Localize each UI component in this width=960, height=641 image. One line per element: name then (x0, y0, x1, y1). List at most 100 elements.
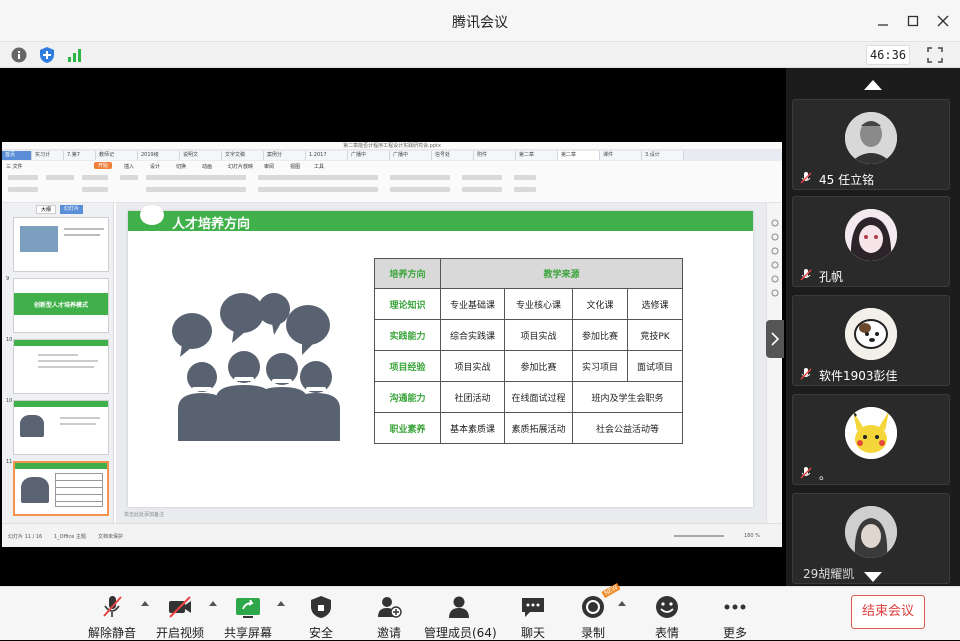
doc-tab[interactable]: 3.设计 (642, 151, 684, 160)
notes-placeholder[interactable]: 单击此处添加备注 (124, 511, 164, 518)
unmute-button[interactable]: 解除静音 (84, 593, 140, 640)
end-meeting-button[interactable]: 结束会议 (851, 595, 925, 629)
current-slide: 人才培养方向 培养方向 教学来源 理论知识 专业基础课 专业核心课 文化课 选修… (128, 205, 753, 507)
security-button[interactable]: 安全 (296, 593, 346, 640)
caret-up-icon[interactable] (618, 601, 626, 606)
doc-tab[interactable]: 说明文 (180, 151, 222, 160)
chat-label: 聊天 (520, 626, 545, 640)
doc-tab[interactable]: 教师记 (96, 151, 138, 160)
mic-muted-icon (799, 170, 813, 184)
signal-icon[interactable] (66, 46, 84, 64)
ribbon-toolbar (2, 171, 782, 203)
mic-muted-icon (799, 465, 813, 479)
slides-tab[interactable]: 幻灯片 (60, 205, 84, 214)
table-cell: 参加比赛 (572, 319, 628, 351)
slide-thumbnail[interactable] (13, 400, 109, 455)
record-label: 录制 (580, 626, 605, 640)
caret-up-icon[interactable] (209, 601, 217, 606)
minimize-icon[interactable] (874, 12, 892, 30)
table-cell: 社团活动 (440, 381, 505, 413)
menu-item[interactable]: 幻灯片放映 (228, 163, 253, 170)
scroll-up-icon[interactable] (864, 80, 882, 90)
meeting-info-bar: 46:36 (0, 42, 960, 68)
slide-thumbnail-selected[interactable] (13, 461, 109, 516)
menu-item[interactable]: 视图 (290, 163, 300, 170)
caret-up-icon[interactable] (277, 601, 285, 606)
table-row: 职业素养 基本素质课 素质拓展活动 社会公益活动等 (374, 412, 683, 444)
slide-number-status: 幻灯片 11 / 16 (8, 534, 43, 540)
doc-tab[interactable]: 2019级 (138, 151, 180, 160)
table-header: 教学来源 (440, 258, 683, 289)
training-table: 培养方向 教学来源 理论知识 专业基础课 专业核心课 文化课 选修课 实践能力 … (374, 258, 683, 444)
menu-item[interactable]: 动画 (202, 163, 212, 170)
participant-tile[interactable]: 软件1903彭佳 (792, 295, 950, 386)
team-illustration (172, 293, 340, 441)
chat-button[interactable]: 聊天 (508, 593, 558, 640)
caret-up-icon[interactable] (141, 601, 149, 606)
manage-members-button[interactable]: 管理成员(64) (424, 593, 497, 640)
record-button[interactable]: NEW 录制 (568, 582, 621, 640)
window-title: 腾讯会议 (452, 15, 508, 31)
participant-gallery: 45 任立铭 孔帆 软件1903彭佳 。 29胡耀凯 (786, 68, 960, 586)
scroll-down-icon[interactable] (864, 572, 882, 582)
meeting-timer: 46:36 (866, 45, 910, 65)
maximize-icon[interactable] (904, 12, 922, 30)
menu-bar: 三 文件 开始 插入 设计 切换 动画 幻灯片放映 审阅 视图 工具 (2, 161, 782, 171)
shield-icon (308, 595, 334, 619)
doc-tab[interactable]: 首页 (2, 151, 32, 160)
info-icon[interactable] (10, 46, 28, 64)
doc-tab[interactable]: 课件 (600, 151, 642, 160)
shield-icon[interactable] (38, 46, 56, 64)
menu-item[interactable]: 工具 (314, 163, 324, 170)
participant-tile[interactable]: 。 (792, 394, 950, 485)
menu-item[interactable]: 开始 (94, 162, 113, 169)
camera-off-icon (167, 595, 193, 619)
menu-item[interactable]: 三 文件 (6, 163, 23, 170)
doc-tab[interactable]: 7.第7 (64, 151, 96, 160)
menu-item[interactable]: 插入 (124, 163, 134, 170)
doc-tab[interactable]: 广播中 (348, 151, 390, 160)
invite-button[interactable]: 邀请 (364, 593, 414, 640)
participant-tile[interactable]: 29胡耀凯 (792, 493, 950, 584)
menu-item[interactable]: 审阅 (264, 163, 274, 170)
doc-tab[interactable]: 第二章 (558, 151, 600, 160)
doc-tab[interactable]: 案例分 (264, 151, 306, 160)
collapse-handle[interactable] (766, 320, 784, 358)
close-icon[interactable] (934, 12, 952, 30)
table-cell: 基本素质课 (440, 412, 505, 444)
table-cell: 社会公益活动等 (572, 412, 683, 444)
reactions-button[interactable]: 表情 (642, 593, 692, 640)
slide-thumbnail[interactable]: 创新型人才培养模式 (13, 278, 109, 333)
outline-tab[interactable]: 大纲 (36, 205, 57, 214)
doc-tab[interactable]: 广播中 (390, 151, 432, 160)
theme-status: 1_Office 主题 (54, 534, 86, 540)
table-cell: 班内及学生会职务 (572, 381, 683, 413)
reactions-label: 表情 (654, 626, 679, 640)
status-bar: 幻灯片 11 / 16 1_Office 主题 文档未保护 180 % (2, 523, 782, 547)
slide-thumbnail[interactable] (13, 217, 109, 272)
doc-tab[interactable]: 1.2017 (306, 151, 348, 160)
doc-tab[interactable]: 文字文稿 (222, 151, 264, 160)
more-button[interactable]: 更多 (710, 593, 760, 640)
slide-thumbnail[interactable] (13, 339, 109, 394)
share-screen-label: 共享屏幕 (223, 626, 272, 640)
fullscreen-icon[interactable] (926, 46, 944, 64)
menu-item[interactable]: 切换 (176, 163, 186, 170)
doc-tab[interactable]: 实习计 (32, 151, 64, 160)
shared-presentation: 第二章能否计程序工程设计实践研究会.pptx 首页 实习计 7.第7 教师记 2… (2, 142, 782, 547)
row-head: 实践能力 (374, 319, 441, 351)
video-button[interactable]: 开启视频 (152, 593, 208, 640)
doc-tab[interactable]: 信号处 (432, 151, 474, 160)
slide-number: 11 (6, 459, 13, 465)
menu-item[interactable]: 设计 (150, 163, 160, 170)
doc-tab[interactable]: 附件 (474, 151, 516, 160)
document-tabs: 首页 实习计 7.第7 教师记 2019级 说明文 文字文稿 案例分 1.201… (2, 150, 782, 161)
avatar (845, 209, 897, 261)
doc-tab[interactable]: 第二章 (516, 151, 558, 160)
share-screen-button[interactable]: 共享屏幕 (220, 593, 276, 640)
participant-tile[interactable]: 45 任立铭 (792, 99, 950, 190)
avatar (845, 506, 897, 558)
row-head: 职业素养 (374, 412, 441, 444)
zoom-slider[interactable] (674, 535, 724, 537)
participant-tile[interactable]: 孔帆 (792, 196, 950, 287)
